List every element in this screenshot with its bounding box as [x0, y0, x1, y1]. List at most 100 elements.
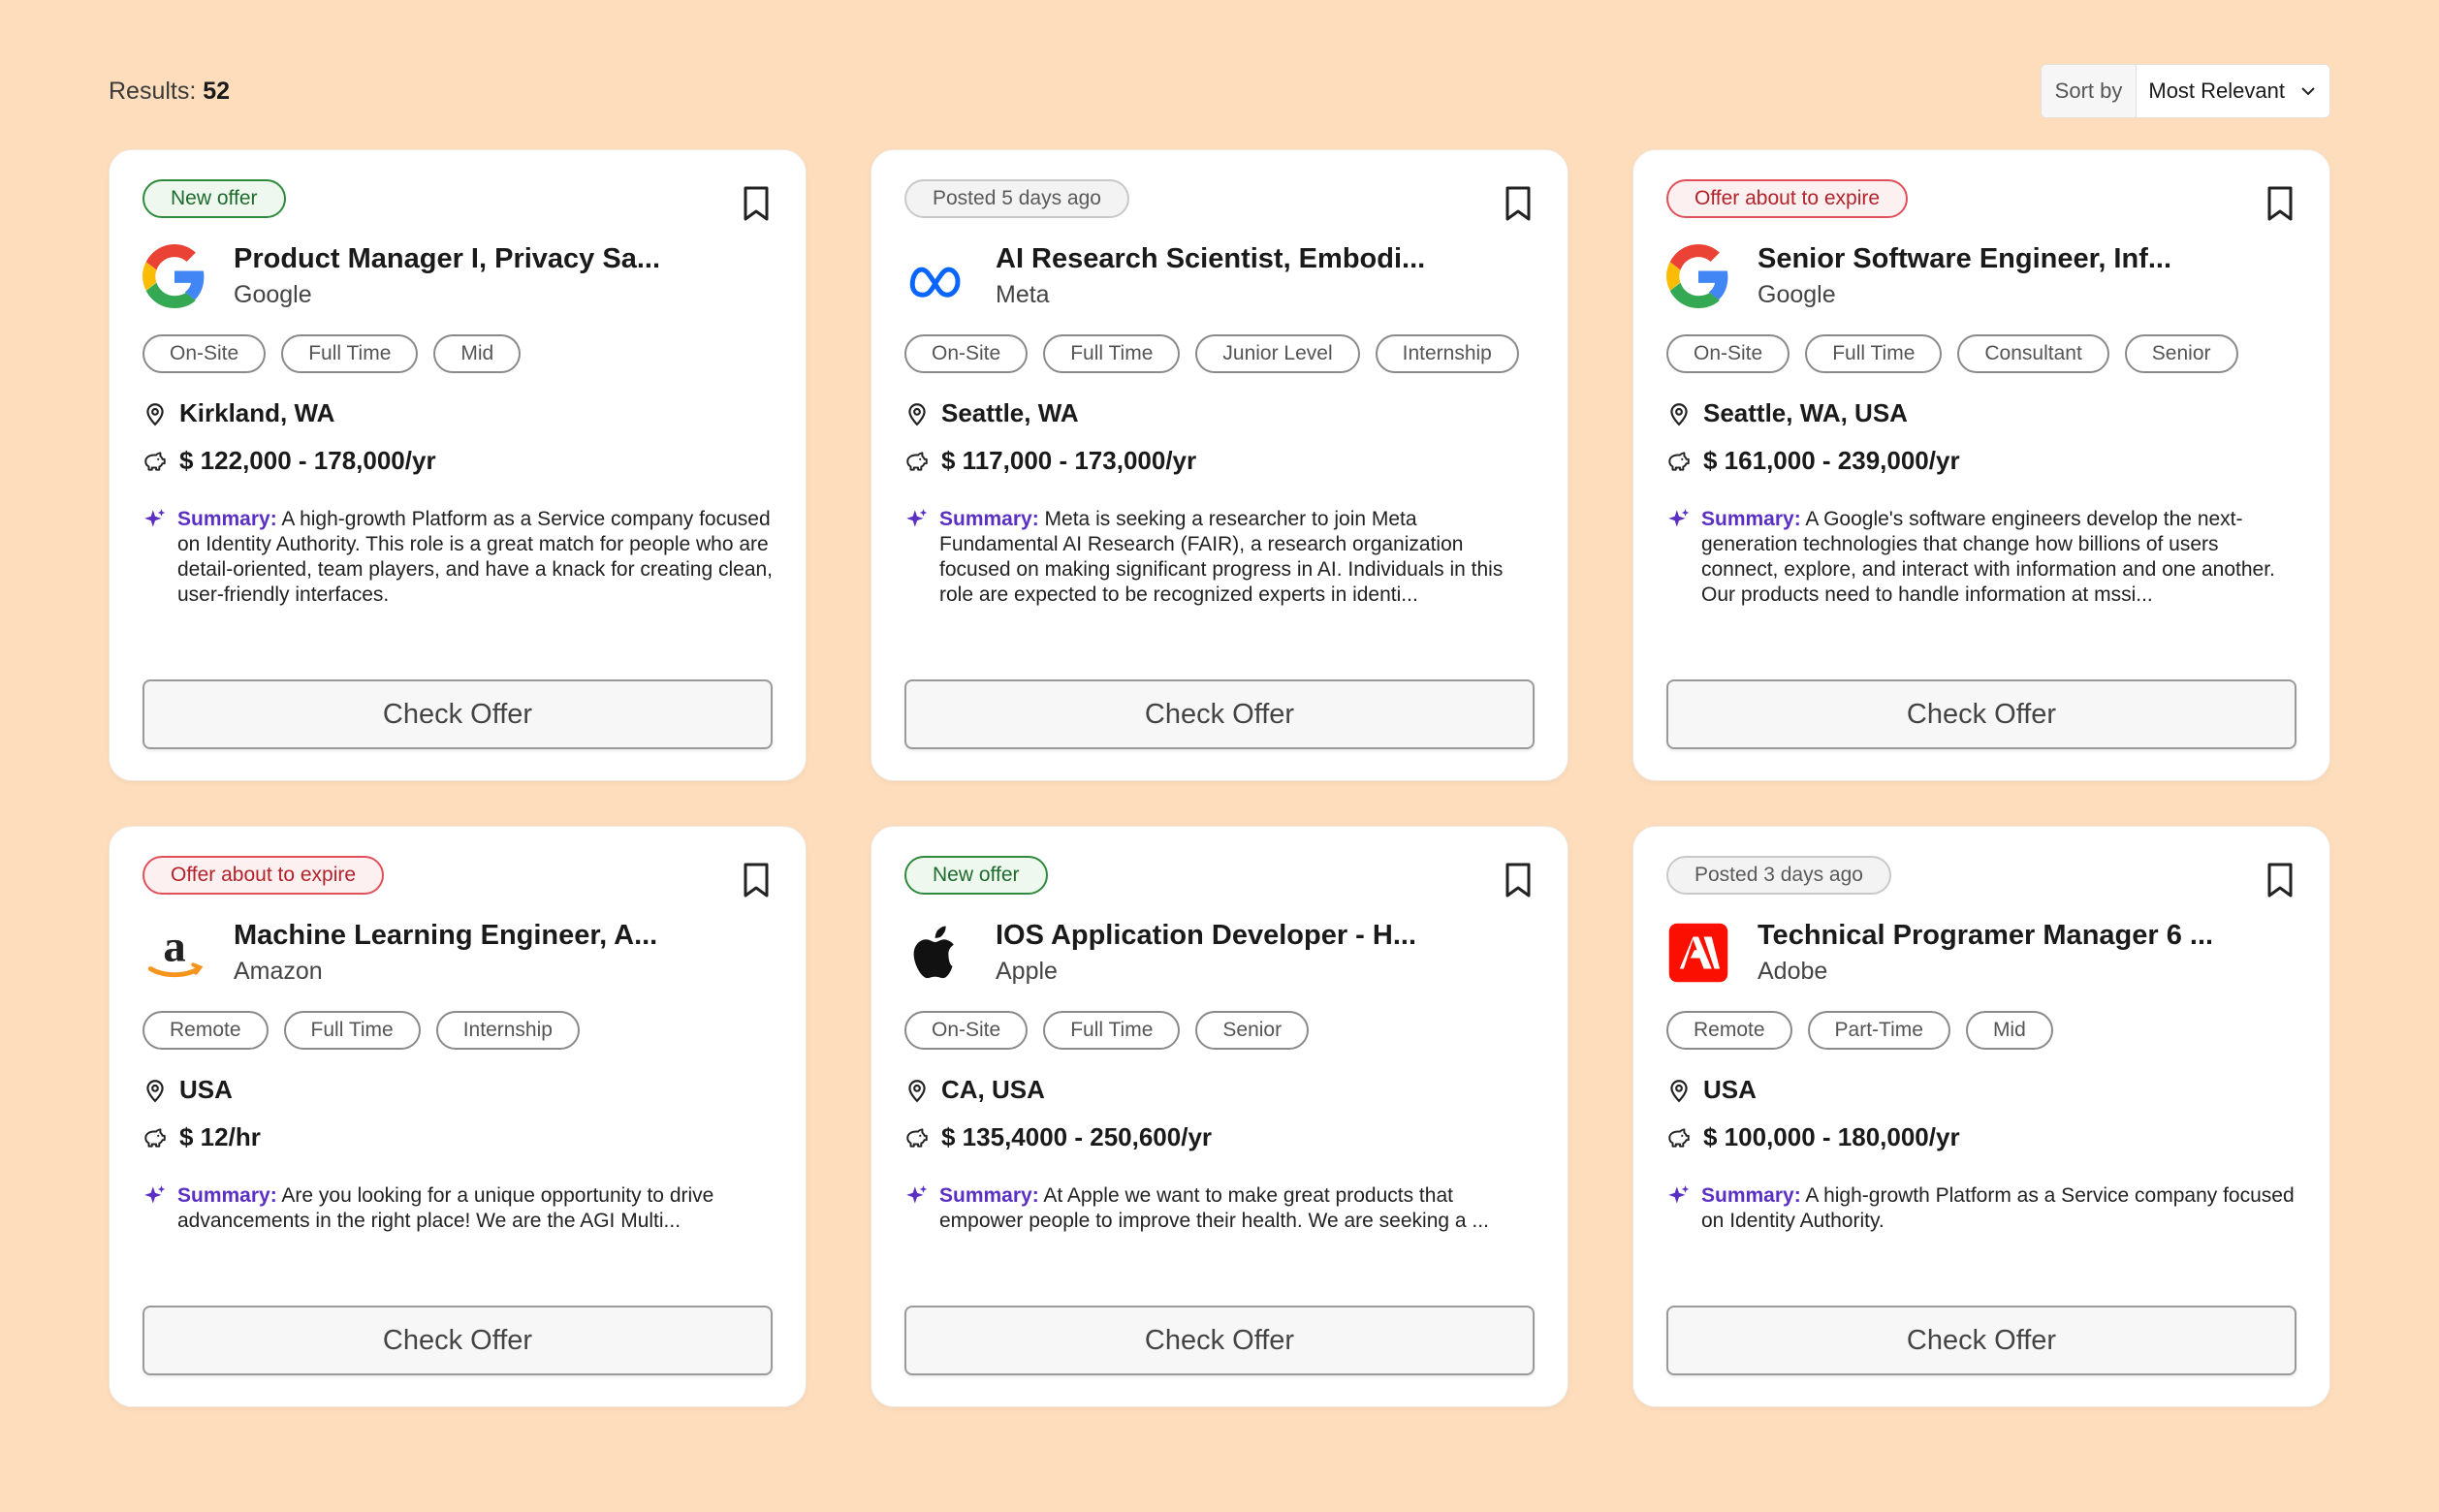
adobe-logo-icon	[1668, 923, 1728, 983]
status-badge: Offer about to expire	[1666, 179, 1909, 218]
results-label: Results:	[109, 77, 197, 105]
job-location: Kirkland, WA	[143, 398, 773, 428]
bookmark-icon[interactable]	[2265, 185, 2295, 222]
sort-selected-value: Most Relevant	[2148, 79, 2285, 103]
location-pin-icon	[908, 1079, 926, 1102]
sort-dropdown[interactable]: Sort by Most Relevant	[2040, 64, 2330, 118]
job-tag: Mid	[433, 334, 522, 373]
salary-text: $ 135,4000 - 250,600/yr	[941, 1122, 1213, 1151]
salary-text: $ 117,000 - 173,000/yr	[941, 446, 1197, 475]
job-tag: Senior	[2124, 334, 2238, 373]
job-tags: On-Site Full Time Junior Level Internship	[904, 334, 1535, 373]
job-title[interactable]: IOS Application Developer - H...	[996, 920, 1416, 952]
results-count: Results: 52	[109, 78, 230, 106]
svg-text:a: a	[163, 921, 185, 971]
check-offer-button[interactable]: Check Offer	[143, 1306, 773, 1375]
location-text: CA, USA	[941, 1075, 1045, 1104]
company-logo	[904, 244, 968, 308]
salary-text: $ 100,000 - 180,000/yr	[1703, 1122, 1960, 1151]
job-card: New offer Product Manager I, Privacy Sa.…	[109, 149, 807, 781]
summary-label: Summary:	[1701, 1184, 1801, 1207]
bookmark-icon[interactable]	[1504, 185, 1533, 222]
job-card: New offer IOS Application Developer - H.…	[871, 826, 1568, 1407]
job-title[interactable]: AI Research Scientist, Embodi...	[996, 243, 1425, 275]
job-tags: On-Site Full Time Senior	[904, 1011, 1535, 1050]
piggy-bank-icon	[144, 451, 166, 471]
job-grid: New offer Product Manager I, Privacy Sa.…	[109, 149, 2330, 1407]
results-number: 52	[203, 77, 231, 105]
job-tag: Internship	[435, 1011, 580, 1050]
piggy-bank-icon	[1668, 451, 1690, 471]
location-pin-icon	[1670, 402, 1688, 425]
job-tag: Senior	[1195, 1011, 1310, 1050]
check-offer-button[interactable]: Check Offer	[143, 679, 773, 749]
job-salary: $ 161,000 - 239,000/yr	[1666, 446, 2296, 476]
job-header: Product Manager I, Privacy Sa... Google	[143, 243, 773, 309]
job-title[interactable]: Machine Learning Engineer, A...	[234, 920, 657, 952]
job-tags: Remote Part-Time Mid	[1666, 1011, 2296, 1050]
job-card: Posted 5 days ago AI Research Scientist,…	[871, 149, 1568, 781]
job-tag: Full Time	[1805, 334, 1943, 373]
sort-value[interactable]: Most Relevant	[2137, 65, 2329, 117]
google-logo-icon	[143, 244, 205, 308]
company-name: Google	[1758, 281, 1836, 308]
job-tag: Remote	[143, 1011, 269, 1050]
company-logo	[1666, 921, 1730, 985]
company-name: Amazon	[234, 958, 323, 985]
job-card: Posted 3 days ago Technical Programer Ma…	[1632, 826, 2330, 1407]
check-offer-button[interactable]: Check Offer	[1666, 1306, 2296, 1375]
job-salary: $ 117,000 - 173,000/yr	[904, 446, 1535, 476]
status-badge: Posted 3 days ago	[1666, 856, 1891, 895]
bookmark-icon[interactable]	[1504, 862, 1533, 898]
bookmark-icon[interactable]	[742, 862, 771, 898]
job-location: USA	[143, 1075, 773, 1105]
sort-label: Sort by	[2041, 65, 2138, 117]
location-text: USA	[1703, 1075, 1757, 1104]
job-summary: Summary: Are you looking for a unique op…	[143, 1183, 773, 1234]
job-tag: Full Time	[1043, 1011, 1181, 1050]
job-title[interactable]: Senior Software Engineer, Inf...	[1758, 243, 2171, 275]
job-tag: On-Site	[904, 334, 1029, 373]
sparkle-icon	[144, 1185, 166, 1204]
piggy-bank-icon	[144, 1127, 166, 1148]
job-title[interactable]: Technical Programer Manager 6 ...	[1758, 920, 2213, 952]
bookmark-icon[interactable]	[2265, 862, 2295, 898]
job-title[interactable]: Product Manager I, Privacy Sa...	[234, 243, 660, 275]
amazon-logo-icon: a	[147, 921, 204, 978]
sparkle-icon	[144, 509, 166, 527]
check-offer-button[interactable]: Check Offer	[904, 679, 1535, 749]
location-pin-icon	[1670, 1079, 1688, 1102]
bookmark-icon[interactable]	[742, 185, 771, 222]
chevron-down-icon	[2301, 87, 2315, 96]
job-card: Offer about to expire a Machine Learning…	[109, 826, 807, 1407]
job-location: Seattle, WA	[904, 398, 1535, 428]
sparkle-icon	[906, 1185, 928, 1204]
job-tag: Full Time	[283, 1011, 421, 1050]
salary-text: $ 12/hr	[179, 1122, 261, 1151]
company-logo: a	[143, 921, 206, 985]
job-tags: Remote Full Time Internship	[143, 1011, 773, 1050]
location-text: Seattle, WA	[941, 398, 1079, 427]
company-name: Apple	[996, 958, 1058, 985]
job-tags: On-Site Full Time Mid	[143, 334, 773, 373]
meta-logo-icon	[909, 267, 961, 298]
job-tag: On-Site	[143, 334, 267, 373]
job-tag: Junior Level	[1195, 334, 1360, 373]
job-card: Offer about to expire Senior Software En…	[1632, 149, 2330, 781]
job-summary: Summary: A Google's software engineers d…	[1666, 507, 2296, 608]
check-offer-button[interactable]: Check Offer	[1666, 679, 2296, 749]
company-name: Meta	[996, 281, 1050, 308]
piggy-bank-icon	[906, 1127, 928, 1148]
company-logo	[143, 244, 206, 308]
job-salary: $ 100,000 - 180,000/yr	[1666, 1122, 2296, 1152]
piggy-bank-icon	[906, 451, 928, 471]
job-tag: Remote	[1666, 1011, 1792, 1050]
job-tag: Part-Time	[1807, 1011, 1950, 1050]
job-header: Technical Programer Manager 6 ... Adobe	[1666, 920, 2296, 986]
check-offer-button[interactable]: Check Offer	[904, 1306, 1535, 1375]
company-logo	[1666, 244, 1730, 308]
job-header: a Machine Learning Engineer, A... Amazon	[143, 920, 773, 986]
results-toolbar: Results: 52 Sort by Most Relevant	[109, 64, 2330, 118]
summary-label: Summary:	[939, 508, 1039, 530]
summary-label: Summary:	[939, 1184, 1039, 1207]
